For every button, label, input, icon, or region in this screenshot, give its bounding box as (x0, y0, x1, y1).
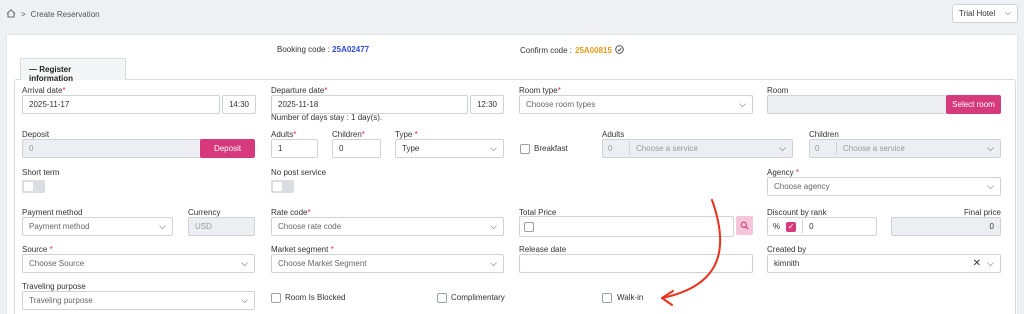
chevron-down-icon: ⌵ (490, 143, 497, 153)
discount-value: 0 (809, 222, 814, 231)
created-by-label: Created by (767, 245, 807, 254)
arrival-time-input[interactable]: 14:30 (222, 95, 256, 114)
type-select[interactable]: Type ⌵ (395, 139, 504, 158)
children-label: Children* (332, 130, 365, 139)
room-blocked-label: Room Is Blocked (285, 293, 346, 302)
payment-method-select[interactable]: Payment method ⌵ (22, 217, 173, 236)
room-type-label: Room type* (519, 86, 561, 95)
short-term-label: Short term (22, 168, 60, 177)
booking-code-label: Booking code : (277, 45, 330, 54)
breakfast-label: Breakfast (534, 144, 568, 153)
breakfast-children-label: Children (809, 130, 839, 139)
complimentary-label: Complimentary (451, 293, 505, 302)
departure-time-input[interactable]: 12:30 (470, 95, 504, 114)
deposit-button[interactable]: Deposit (200, 139, 255, 158)
breakfast-adults-count: 0 (608, 144, 613, 153)
breakfast-adults-service: Choose a service (636, 144, 698, 153)
percent-symbol: % (773, 222, 781, 231)
deposit-label: Deposit (22, 130, 50, 139)
discount-checkbox[interactable]: ✓ (786, 221, 797, 232)
room-label: Room (767, 86, 789, 95)
adults-input[interactable]: 1 (271, 139, 318, 158)
agency-label: Agency * (767, 168, 800, 177)
agency-select[interactable]: Choose agency ⌵ (767, 177, 1001, 196)
children-input[interactable]: 0 (332, 139, 381, 158)
home-icon[interactable] (6, 9, 16, 20)
confirm-code-value: 25A00815 (575, 46, 612, 55)
confirm-code: Confirm code : 25A00815 (520, 45, 624, 56)
booking-code: Booking code : 25A02477 (277, 45, 369, 54)
no-post-label: No post service (271, 168, 327, 177)
traveling-purpose-label: Traveling purpose (22, 282, 86, 291)
confirm-code-label: Confirm code : (520, 46, 573, 55)
room-type-select[interactable]: Choose room types ⌵ (519, 95, 753, 114)
type-label: Type * (395, 130, 418, 139)
booking-code-value: 25A02477 (332, 45, 370, 54)
source-label: Source * (22, 245, 53, 254)
top-bar (0, 0, 1024, 28)
register-panel (14, 79, 1016, 314)
deposit-input: 0 (22, 139, 202, 158)
chevron-down-icon: ⌵ (739, 99, 746, 109)
departure-date-label: Departure date* (271, 86, 328, 95)
chevron-down-icon: ⌵ (490, 258, 497, 268)
circle-check-icon[interactable] (615, 45, 624, 56)
chevron-down-icon: ⌵ (241, 295, 248, 305)
breakfast-children-count: 0 (815, 144, 820, 153)
discount-input[interactable]: % ✓ 0 (767, 217, 877, 236)
chevron-down-icon: ⌵ (241, 258, 248, 268)
market-segment-select[interactable]: Choose Market Segment ⌵ (271, 254, 504, 273)
close-icon[interactable]: ✕ (973, 258, 981, 269)
hotel-select[interactable]: Trial Hotel ⌵ (952, 4, 1018, 23)
breadcrumb-separator: > (21, 10, 26, 19)
room-blocked-checkbox[interactable] (271, 293, 281, 303)
stay-note: Number of days stay : 1 day(s). (271, 113, 383, 122)
rate-code-select[interactable]: Choose rate code ⌵ (271, 217, 504, 236)
discount-label: Discount by rank (767, 208, 827, 217)
release-date-label: Release date (519, 245, 567, 254)
annotation-arrow (661, 199, 722, 306)
chevron-down-icon: ⌵ (987, 181, 994, 191)
register-tab[interactable]: — Register information (20, 58, 126, 83)
hotel-select-value: Trial Hotel (959, 9, 996, 18)
breakfast-adults-label: Adults (602, 130, 625, 139)
breakfast-checkbox[interactable] (520, 144, 530, 154)
chevron-down-icon: ⌵ (1004, 8, 1011, 17)
breakfast-children-select: 0 Choose a service ⌵ (809, 139, 1001, 158)
final-price-label: Final price (964, 208, 1001, 217)
divider (802, 220, 804, 233)
payment-method-label: Payment method (22, 208, 83, 217)
total-price-checkbox[interactable] (524, 221, 534, 232)
departure-date-input[interactable]: 2025-11-18 (271, 95, 468, 114)
chevron-down-icon: ⌵ (779, 143, 786, 153)
collapse-icon: — (29, 65, 37, 74)
market-segment-label: Market segment * (271, 245, 334, 254)
chevron-down-icon: ⌵ (987, 258, 994, 268)
currency-label: Currency (188, 208, 221, 217)
breakfast-adults-select: 0 Choose a service ⌵ (602, 139, 793, 158)
breadcrumb: > Create Reservation (6, 9, 100, 20)
arrival-date-label: Arrival date* (22, 86, 66, 95)
currency-input: USD (188, 217, 255, 236)
room-input (767, 95, 947, 114)
source-select[interactable]: Choose Source ⌵ (22, 254, 255, 273)
created-by-select[interactable]: kimnith ✕ ⌵ (767, 254, 1001, 273)
adults-label: Adults* (271, 130, 297, 139)
chevron-down-icon: ⌵ (987, 143, 994, 153)
breakfast-children-service: Choose a service (843, 144, 905, 153)
breadcrumb-current: Create Reservation (30, 10, 100, 19)
final-price-value: 0 (891, 217, 1001, 236)
walk-in-checkbox[interactable] (602, 293, 612, 303)
complimentary-checkbox[interactable] (437, 293, 447, 303)
select-room-button[interactable]: Select room (946, 95, 1001, 114)
rate-code-label: Rate code* (271, 208, 311, 217)
chevron-down-icon: ⌵ (490, 221, 497, 231)
traveling-purpose-select[interactable]: Traveling purpose ⌵ (22, 291, 255, 310)
arrival-date-input[interactable]: 2025-11-17 (22, 95, 220, 114)
chevron-down-icon: ⌵ (159, 221, 166, 231)
no-post-toggle[interactable] (271, 180, 294, 193)
short-term-toggle[interactable] (22, 180, 45, 193)
